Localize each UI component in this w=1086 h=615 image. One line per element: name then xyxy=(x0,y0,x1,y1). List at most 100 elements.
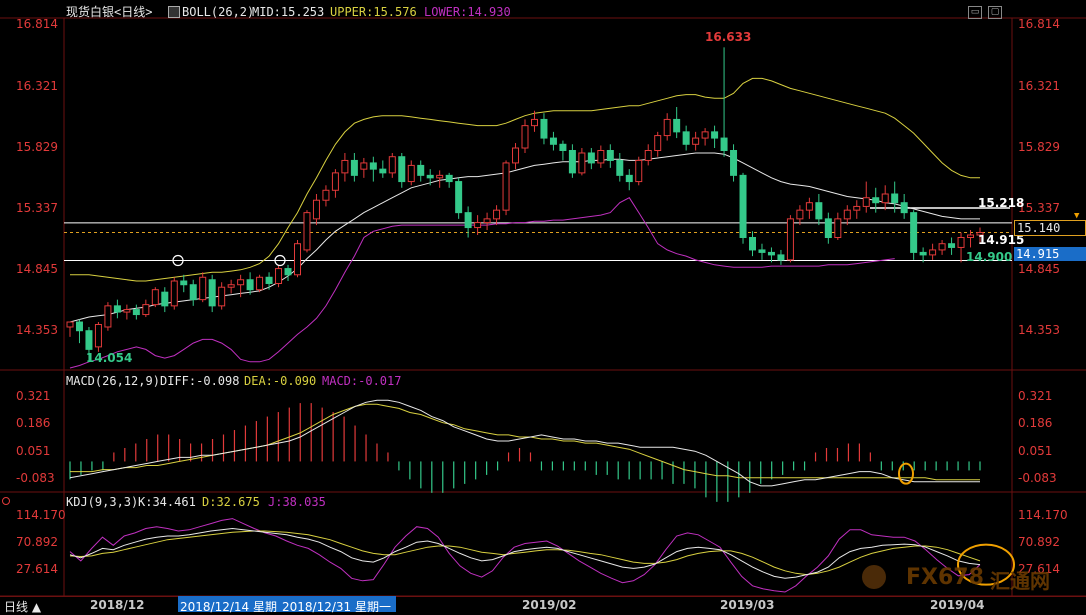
candle-body xyxy=(208,279,216,307)
candle-body xyxy=(720,137,728,151)
candle-body xyxy=(265,276,273,284)
macd-value: MACD:-0.017 xyxy=(322,374,402,388)
candle-body xyxy=(398,156,406,183)
candle-body xyxy=(75,321,83,332)
kdj-label: KDJ(9,3,3) xyxy=(66,495,139,509)
kdj-d: D:32.675 xyxy=(202,495,260,509)
price-axis-left-4: 14.845 xyxy=(16,262,58,277)
macd-axis-left-2: 0.051 xyxy=(16,444,51,459)
candle-body xyxy=(644,150,652,161)
kdj-axis-left-0: 114.170 xyxy=(16,507,66,522)
candle-body xyxy=(388,156,396,174)
candle-body xyxy=(749,237,756,251)
price-axis-right-2: 15.829 xyxy=(1018,139,1060,154)
candle-body xyxy=(151,289,159,306)
candle-body xyxy=(512,147,520,164)
indicator-dot-icon xyxy=(2,497,10,505)
candle-body xyxy=(938,243,946,251)
price-axis-left-2: 15.829 xyxy=(16,139,58,154)
candle-body xyxy=(796,209,804,220)
candle-body xyxy=(426,174,434,179)
selected-end-date: 2018/12/31 星期一 xyxy=(282,600,391,614)
price-axis-right-4: 14.845 xyxy=(1018,262,1060,277)
date-label-2019-02: 2019/02 xyxy=(522,598,577,612)
candle-body xyxy=(199,276,207,301)
boll-label: BOLL(26,2) xyxy=(182,5,255,19)
candle-body xyxy=(549,137,557,145)
high-annotation: 16.633 xyxy=(705,30,752,44)
restore-icon[interactable]: ▢ xyxy=(988,6,1002,19)
level-14900-label: 14.900 xyxy=(966,250,1013,264)
candle-body xyxy=(350,159,358,176)
candle-body xyxy=(967,234,975,238)
candle-body xyxy=(824,218,832,239)
level-price-box: 14.915 xyxy=(1014,247,1086,261)
macd-axis-left-0: 0.321 xyxy=(16,388,51,403)
boll-upper-line xyxy=(70,77,980,282)
boll-mid-line xyxy=(69,152,980,323)
candle-body xyxy=(161,291,169,307)
candle-body xyxy=(853,205,861,211)
candle-body xyxy=(464,212,472,229)
period-selector[interactable]: 日线 ▲ xyxy=(4,598,41,615)
macd-axis-right-0: 0.321 xyxy=(1018,388,1053,403)
boll-upper: UPPER:15.576 xyxy=(330,5,417,19)
macd-axis-left-3: -0.083 xyxy=(16,471,55,486)
candle-body xyxy=(881,193,889,204)
candle-body xyxy=(767,251,775,256)
candle-body xyxy=(85,330,93,350)
candle-body xyxy=(312,199,320,220)
macd-dea: DEA:-0.090 xyxy=(244,374,317,388)
price-axis-right-1: 16.321 xyxy=(1018,78,1060,93)
kdj-axis-left-1: 70.892 xyxy=(16,534,58,549)
candle-body xyxy=(919,251,927,256)
candle-body xyxy=(568,150,576,174)
macd-label: MACD(26,12,9) xyxy=(66,374,160,388)
candle-body xyxy=(559,143,567,152)
macd-axis-left-1: 0.186 xyxy=(16,416,51,431)
indicator-icon[interactable] xyxy=(168,6,180,18)
macd-dea-line xyxy=(70,403,980,481)
candle-body xyxy=(180,280,188,286)
candle-body xyxy=(66,321,74,328)
candle-body xyxy=(730,150,738,176)
candle-body xyxy=(654,135,662,151)
candle-body xyxy=(900,202,908,214)
candle-body xyxy=(843,209,851,220)
minimize-icon[interactable]: ▭ xyxy=(968,6,982,19)
candle-body xyxy=(663,118,671,137)
candle-body xyxy=(777,254,785,261)
candle-body xyxy=(227,284,235,288)
candle-body xyxy=(132,309,140,316)
candle-body xyxy=(540,118,548,139)
candle-body xyxy=(407,164,415,183)
candle-body xyxy=(682,131,690,145)
date-label-2018-12: 2018/12 xyxy=(90,598,145,612)
candle-body xyxy=(218,286,226,307)
candle-body xyxy=(341,159,349,174)
chart-title: 现货白银<日线> xyxy=(66,5,153,19)
chart-canvas[interactable] xyxy=(0,0,1086,614)
candle-body xyxy=(862,197,870,207)
candle-body xyxy=(142,304,150,316)
candle-body xyxy=(322,189,330,201)
candle-body xyxy=(455,181,463,214)
price-axis-left-0: 16.814 xyxy=(16,17,58,32)
candle-body xyxy=(910,212,918,253)
macd-axis-right-3: -0.083 xyxy=(1018,471,1057,486)
candle-body xyxy=(303,212,311,251)
candle-body xyxy=(237,279,245,286)
kdj-axis-right-0: 114.170 xyxy=(1018,507,1068,522)
candle-body xyxy=(739,174,747,239)
price-axis-left-1: 16.321 xyxy=(16,78,58,93)
candle-body xyxy=(616,159,624,176)
candle-body xyxy=(445,174,453,183)
candle-body xyxy=(872,197,880,204)
candle-body xyxy=(360,162,368,170)
candle-body xyxy=(587,152,595,164)
watermark-fx678: FX678 xyxy=(906,565,984,590)
price-axis-right-0: 16.814 xyxy=(1018,17,1060,32)
current-price-box: 15.140 xyxy=(1014,220,1086,236)
candle-body xyxy=(474,222,482,229)
candle-body xyxy=(436,174,444,179)
